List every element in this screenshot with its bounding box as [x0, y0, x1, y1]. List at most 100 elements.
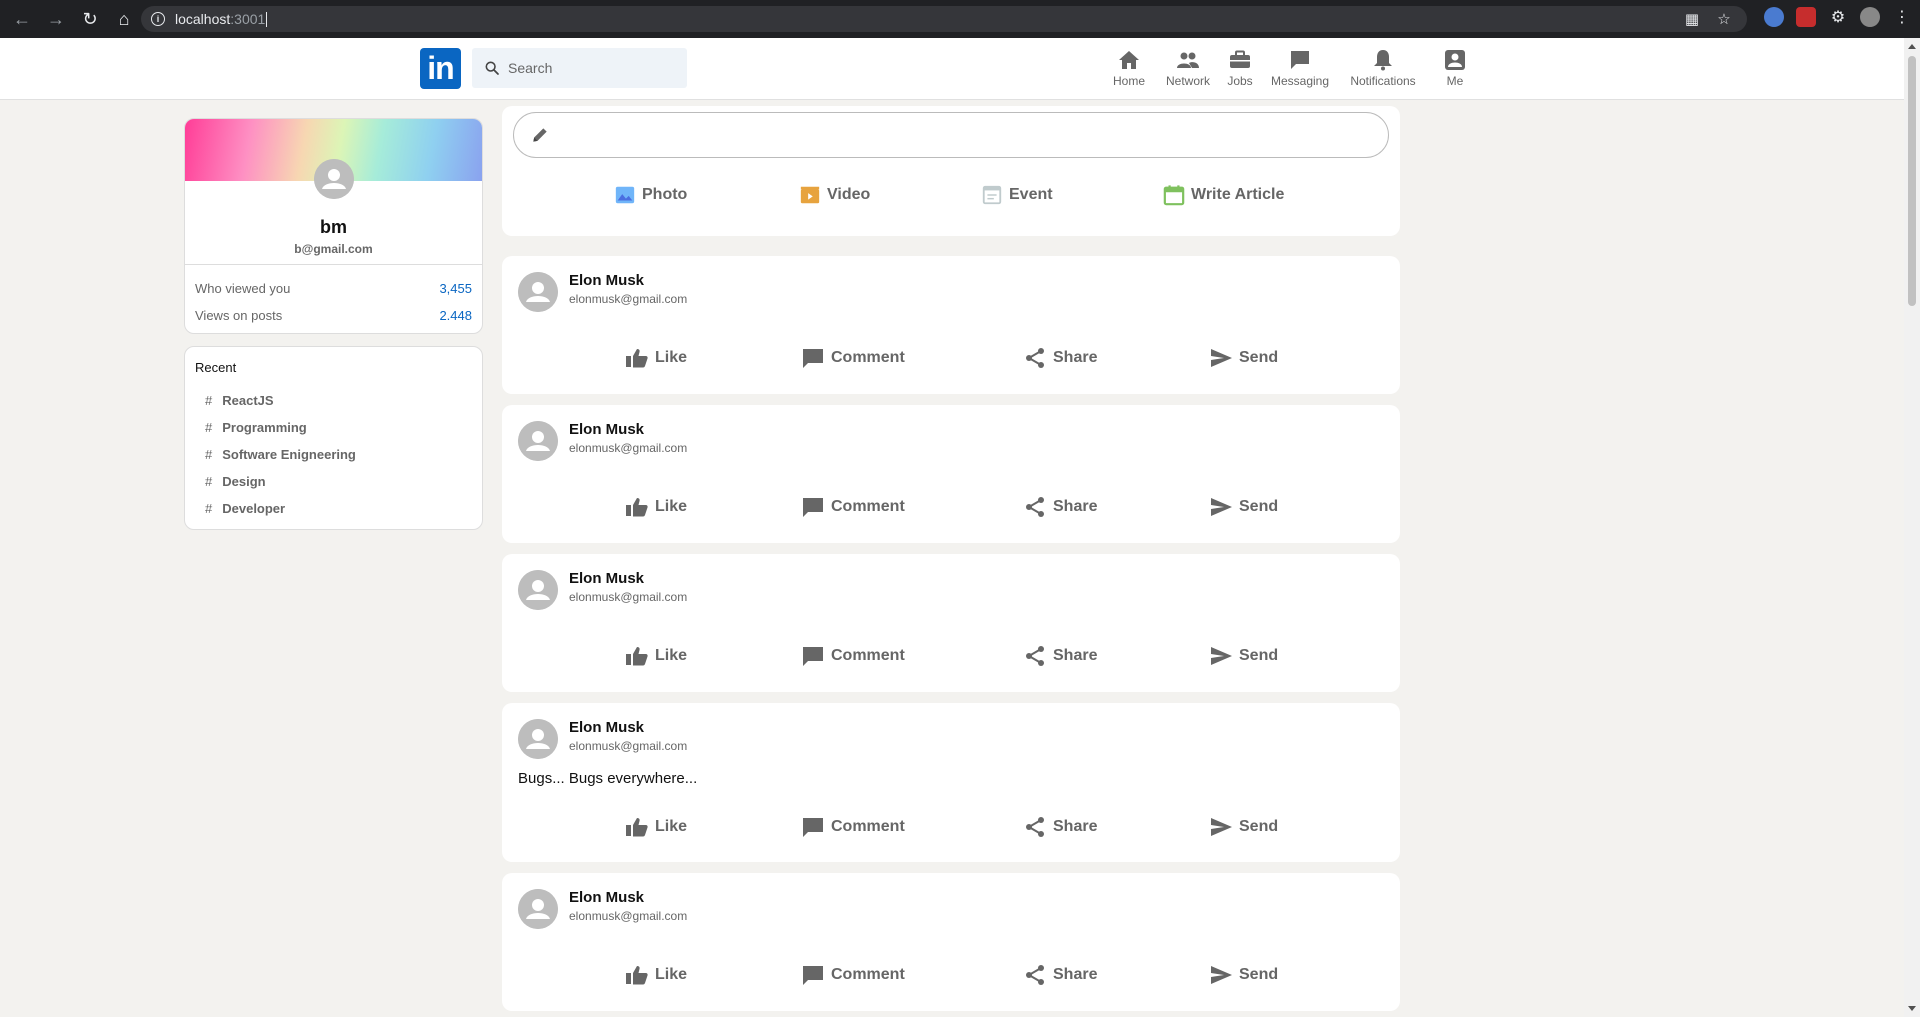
like-label: Like	[655, 498, 688, 515]
kebab-menu-icon[interactable]: ⋮	[1892, 7, 1912, 27]
back-icon[interactable]: ←	[6, 3, 38, 35]
profile-avatar-icon[interactable]	[1860, 7, 1880, 27]
post-author-avatar[interactable]	[518, 889, 558, 929]
nav-me[interactable]: Me	[1428, 48, 1482, 88]
nav-messaging[interactable]: Messaging	[1262, 48, 1338, 88]
recent-item-programming[interactable]: # Programming	[195, 414, 472, 441]
post-author-email: elonmusk@gmail.com	[569, 909, 688, 923]
post-author-avatar[interactable]	[518, 421, 558, 461]
nav-notifications[interactable]: Notifications	[1338, 48, 1428, 88]
send-button[interactable]: Send	[1209, 815, 1278, 839]
post-composer: Photo Video Event Write Article	[502, 106, 1400, 236]
scroll-up-arrow[interactable]	[1908, 44, 1916, 49]
nav-network[interactable]: Network	[1158, 48, 1218, 88]
video-option-label: Video	[827, 186, 871, 203]
post-actions: Like Comment Share Send	[502, 495, 1400, 525]
address-url[interactable]: localhost:3001	[175, 11, 268, 28]
hash-icon: #	[205, 393, 213, 408]
share-button[interactable]: Share	[1023, 644, 1097, 668]
like-button[interactable]: Like	[625, 495, 687, 519]
recent-item-reactjs[interactable]: # ReactJS	[195, 387, 472, 414]
qr-code-icon[interactable]: ▦	[1683, 10, 1701, 28]
post-author-email: elonmusk@gmail.com	[569, 739, 688, 753]
send-button[interactable]: Send	[1209, 495, 1278, 519]
like-label: Like	[655, 966, 688, 983]
photo-option[interactable]: Photo	[614, 184, 687, 206]
nav-jobs[interactable]: Jobs	[1218, 48, 1262, 88]
post-author-name[interactable]: Elon Musk	[569, 421, 687, 438]
thumbs-up-icon	[626, 818, 648, 837]
hash-icon: #	[205, 420, 213, 435]
profile-avatar[interactable]	[314, 159, 354, 199]
stat-value: 2.448	[439, 308, 472, 323]
stat-who-viewed[interactable]: Who viewed you 3,455	[195, 275, 472, 302]
post-author-name[interactable]: Elon Musk	[569, 719, 687, 736]
send-button[interactable]: Send	[1209, 644, 1278, 668]
post-author-avatar[interactable]	[518, 719, 558, 759]
home-browser-icon[interactable]: ⌂	[108, 3, 140, 35]
comment-button[interactable]: Comment	[801, 815, 905, 839]
recent-item-label: Developer	[222, 501, 286, 516]
extension-icon[interactable]	[1796, 7, 1816, 27]
event-option[interactable]: Event	[981, 184, 1053, 206]
like-button[interactable]: Like	[625, 644, 687, 668]
like-button[interactable]: Like	[625, 815, 687, 839]
recent-item-label: Programming	[222, 420, 307, 435]
share-button[interactable]: Share	[1023, 963, 1097, 987]
share-icon	[1026, 348, 1044, 368]
recent-item-developer[interactable]: # Developer	[195, 495, 472, 522]
stat-views-on-posts[interactable]: Views on posts 2.448	[195, 302, 472, 329]
nav-home[interactable]: Home	[1100, 48, 1158, 88]
send-button[interactable]: Send	[1209, 963, 1278, 987]
search-bar[interactable]	[472, 48, 687, 88]
search-input[interactable]	[508, 60, 668, 76]
send-label: Send	[1239, 966, 1279, 983]
comment-label: Comment	[831, 966, 905, 983]
comment-button[interactable]: Comment	[801, 346, 905, 370]
profile-card: bm b@gmail.com Who viewed you 3,455 View…	[184, 118, 483, 334]
post-author-email: elonmusk@gmail.com	[569, 292, 688, 306]
post-actions: Like Comment Share Send	[502, 963, 1400, 993]
post-actions: Like Comment Share Send	[502, 815, 1400, 845]
recent-item-software-engineering[interactable]: # Software Enigneering	[195, 441, 472, 468]
site-info-icon[interactable]: i	[151, 12, 165, 26]
share-button[interactable]: Share	[1023, 815, 1097, 839]
video-option[interactable]: Video	[799, 184, 870, 206]
linkedin-logo[interactable]: in	[420, 48, 461, 89]
post-author-avatar[interactable]	[518, 272, 558, 312]
page-scrollbar[interactable]	[1904, 38, 1920, 1017]
bookmark-star-icon[interactable]: ☆	[1715, 10, 1733, 28]
comment-button[interactable]: Comment	[801, 963, 905, 987]
profile-name: bm	[320, 217, 347, 237]
send-button[interactable]: Send	[1209, 346, 1278, 370]
thumbs-up-icon	[626, 966, 648, 985]
nav-notifications-label: Notifications	[1350, 74, 1416, 88]
recent-title: Recent	[195, 360, 237, 375]
photo-option-label: Photo	[642, 186, 688, 203]
scrollbar-thumb[interactable]	[1908, 56, 1916, 306]
comment-button[interactable]: Comment	[801, 495, 905, 519]
puzzle-icon[interactable]: ⚙	[1828, 7, 1848, 27]
post-author-name[interactable]: Elon Musk	[569, 889, 687, 906]
address-bar[interactable]: i localhost:3001 ▦ ☆	[141, 6, 1747, 32]
forward-icon[interactable]: →	[40, 3, 72, 35]
reload-icon[interactable]: ↻	[74, 3, 106, 35]
recent-item-design[interactable]: # Design	[195, 468, 472, 495]
nav-me-label: Me	[1446, 74, 1464, 88]
share-button[interactable]: Share	[1023, 346, 1097, 370]
like-button[interactable]: Like	[625, 963, 687, 987]
post-author-name[interactable]: Elon Musk	[569, 570, 687, 587]
share-icon	[1026, 646, 1044, 666]
post-author-name[interactable]: Elon Musk	[569, 272, 687, 289]
extension-icon[interactable]	[1764, 7, 1784, 27]
share-label: Share	[1053, 966, 1098, 983]
post-author-avatar[interactable]	[518, 570, 558, 610]
share-button[interactable]: Share	[1023, 495, 1097, 519]
share-label: Share	[1053, 818, 1098, 835]
comment-button[interactable]: Comment	[801, 644, 905, 668]
write-article-option[interactable]: Write Article	[1163, 184, 1284, 206]
comment-label: Comment	[831, 818, 905, 835]
like-button[interactable]: Like	[625, 346, 687, 370]
composer-input[interactable]	[513, 112, 1389, 158]
scroll-down-arrow[interactable]	[1908, 1006, 1916, 1011]
